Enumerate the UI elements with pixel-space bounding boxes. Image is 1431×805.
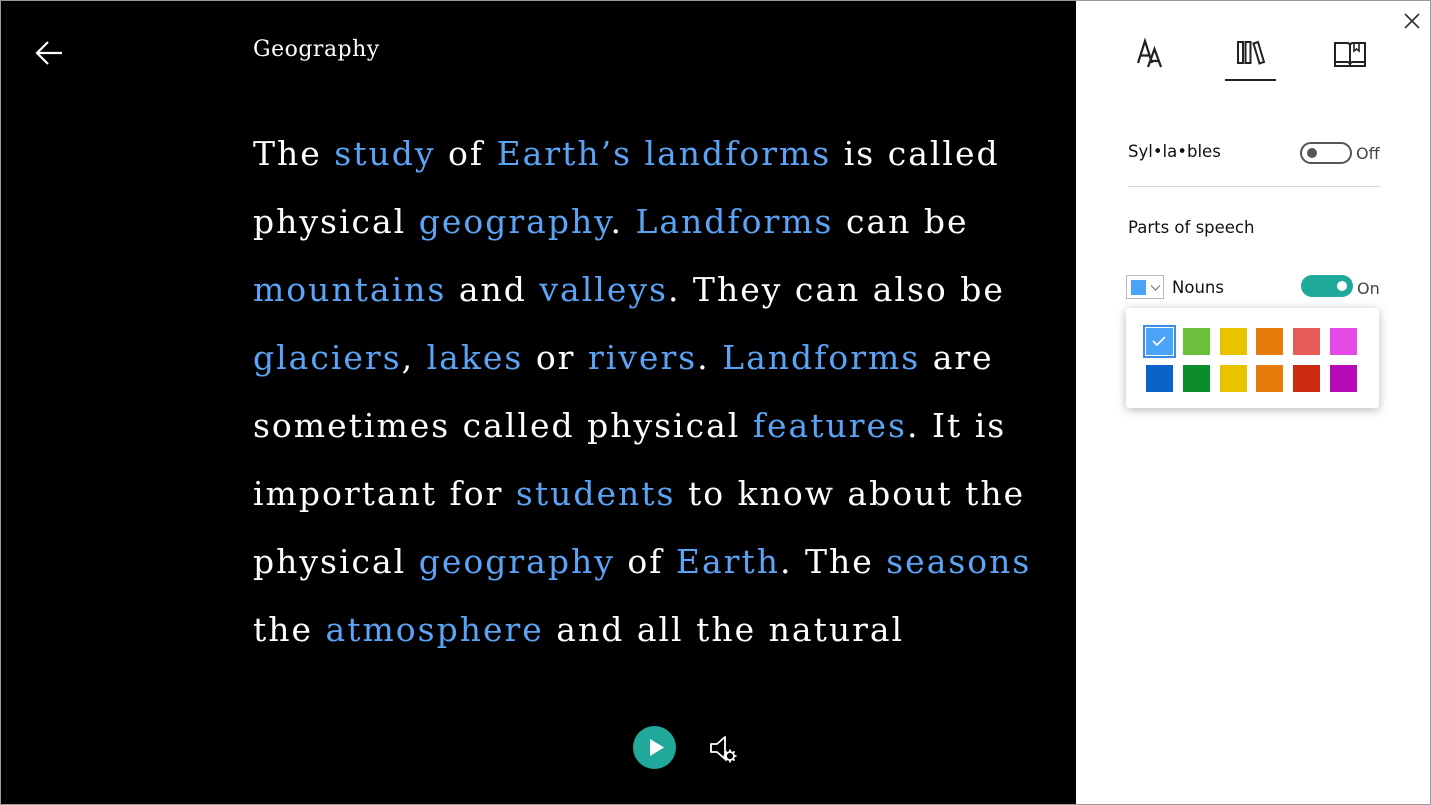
- checkmark-icon: [1152, 336, 1166, 347]
- text-segment[interactable]: ,: [402, 338, 427, 377]
- selected-tab-indicator: [1225, 79, 1276, 81]
- close-icon[interactable]: [1402, 11, 1422, 31]
- color-swatch[interactable]: [1146, 365, 1173, 392]
- nouns-label: Nouns: [1172, 278, 1224, 297]
- reader-area: Geography The study of Earth’s landforms…: [1, 1, 1076, 804]
- noun-word[interactable]: seasons: [886, 542, 1031, 581]
- voice-settings-icon[interactable]: [708, 732, 740, 766]
- text-segment[interactable]: .: [697, 338, 722, 377]
- text-segment[interactable]: can be: [834, 202, 969, 241]
- noun-word[interactable]: lakes: [427, 338, 524, 377]
- nouns-color-dropdown[interactable]: [1126, 275, 1164, 299]
- tab-grammar-options[interactable]: [1225, 31, 1275, 81]
- noun-word[interactable]: Landforms: [635, 202, 833, 241]
- noun-word[interactable]: valleys: [539, 270, 668, 309]
- text-segment[interactable]: of: [436, 134, 497, 173]
- noun-word[interactable]: Landforms: [722, 338, 920, 377]
- color-swatch[interactable]: [1143, 325, 1176, 358]
- immersive-reader-window: Geography The study of Earth’s landforms…: [0, 0, 1431, 805]
- text-line: important for students to know about the: [253, 460, 1076, 528]
- parts-of-speech-heading: Parts of speech: [1128, 218, 1255, 237]
- tab-reading-preferences[interactable]: [1325, 31, 1375, 81]
- color-swatch[interactable]: [1256, 365, 1284, 392]
- books-icon: [1237, 40, 1266, 65]
- book-open-icon: [1334, 42, 1366, 67]
- color-swatch[interactable]: [1293, 365, 1321, 392]
- text-segment[interactable]: . The: [780, 542, 886, 581]
- color-swatch[interactable]: [1219, 328, 1247, 355]
- toggle-knob: [1337, 281, 1347, 291]
- text-line: glaciers, lakes or rivers. Landforms are: [253, 324, 1076, 392]
- nouns-toggle[interactable]: [1301, 275, 1353, 297]
- text-line: sometimes called physical features. It i…: [253, 392, 1076, 460]
- color-palette-popup: [1126, 308, 1379, 408]
- text-segment[interactable]: of: [615, 542, 676, 581]
- color-swatch[interactable]: [1256, 328, 1284, 355]
- text-line: mountains and valleys. They can also be: [253, 256, 1076, 324]
- back-arrow-icon[interactable]: [31, 35, 67, 71]
- text-line: the atmosphere and all the natural: [253, 596, 1076, 664]
- text-segment[interactable]: and: [446, 270, 539, 309]
- text-segment[interactable]: physical: [253, 202, 419, 241]
- syllables-toggle[interactable]: [1300, 142, 1352, 164]
- text-line: physical geography. Landforms can be: [253, 188, 1076, 256]
- text-segment[interactable]: . It is: [907, 406, 1006, 445]
- text-segment[interactable]: the: [253, 610, 326, 649]
- noun-word[interactable]: Earth’s landforms: [497, 134, 832, 173]
- divider: [1128, 186, 1380, 187]
- text-segment[interactable]: is called: [831, 134, 999, 173]
- syllables-label: Syl•la•bles: [1128, 142, 1221, 161]
- reading-text: The study of Earth’s landforms is called…: [253, 120, 1076, 664]
- noun-word[interactable]: geography: [419, 542, 615, 581]
- noun-word[interactable]: students: [516, 474, 676, 513]
- chevron-down-icon: [1150, 285, 1161, 291]
- text-line: physical geography of Earth. The seasons: [253, 528, 1076, 596]
- color-swatch[interactable]: [1330, 328, 1357, 355]
- noun-word[interactable]: geography: [419, 202, 611, 241]
- text-segment[interactable]: sometimes called physical: [253, 406, 753, 445]
- tab-text-preferences[interactable]: [1128, 31, 1178, 81]
- nouns-state: On: [1357, 279, 1380, 298]
- color-swatch[interactable]: [1182, 328, 1210, 355]
- text-line: The study of Earth’s landforms is called: [253, 120, 1076, 188]
- color-swatch[interactable]: [1182, 365, 1210, 392]
- toggle-knob: [1307, 148, 1317, 158]
- noun-word[interactable]: study: [334, 134, 435, 173]
- document-title: Geography: [253, 37, 380, 62]
- text-segment[interactable]: to know about the: [675, 474, 1025, 513]
- text-segment[interactable]: important for: [253, 474, 516, 513]
- selected-color-swatch: [1131, 280, 1146, 295]
- syllables-state: Off: [1356, 144, 1380, 163]
- text-segment[interactable]: The: [253, 134, 334, 173]
- text-segment[interactable]: are: [920, 338, 993, 377]
- text-segment[interactable]: . They can also be: [668, 270, 1005, 309]
- text-segment[interactable]: and all the natural: [544, 610, 904, 649]
- color-swatch[interactable]: [1330, 365, 1357, 392]
- text-segment[interactable]: or: [523, 338, 588, 377]
- noun-word[interactable]: Earth: [676, 542, 780, 581]
- noun-word[interactable]: features: [753, 406, 907, 445]
- noun-word[interactable]: glaciers: [253, 338, 402, 377]
- text-segment[interactable]: physical: [253, 542, 419, 581]
- color-swatch[interactable]: [1219, 365, 1247, 392]
- play-icon: [650, 739, 664, 756]
- play-button[interactable]: [633, 726, 676, 769]
- color-swatch[interactable]: [1293, 328, 1321, 355]
- noun-word[interactable]: atmosphere: [326, 610, 544, 649]
- text-segment[interactable]: .: [610, 202, 635, 241]
- noun-word[interactable]: rivers: [588, 338, 697, 377]
- noun-word[interactable]: mountains: [253, 270, 446, 309]
- text-size-icon: [1136, 37, 1163, 68]
